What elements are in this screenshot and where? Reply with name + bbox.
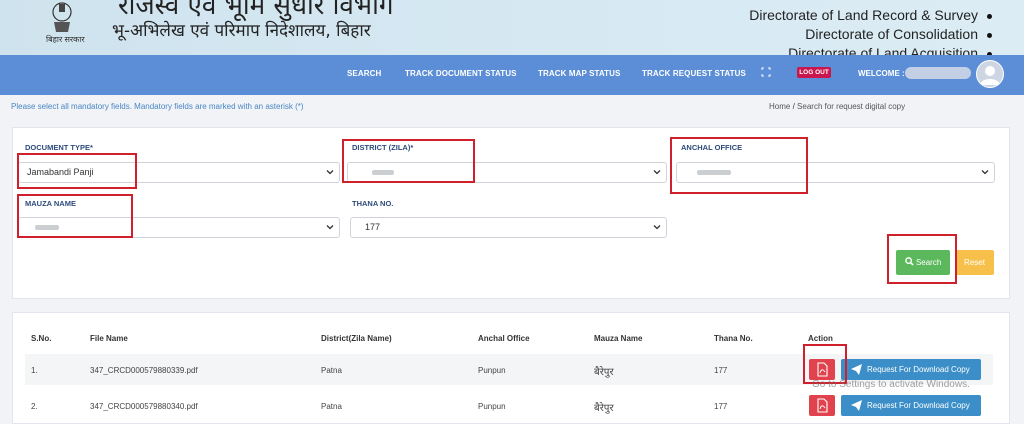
cell-anchal-office: Punpun [478, 402, 506, 411]
logout-button[interactable]: LOG OUT [797, 67, 831, 78]
directorate-line-1: Directorate of Land Record & Survey [749, 7, 992, 23]
chevron-down-icon [981, 170, 989, 175]
cell-mauza-name: बैरेपुर [594, 403, 614, 414]
header-anchal-office: Anchal Office [478, 334, 530, 343]
thana-no-label: THANA NO. [352, 199, 394, 208]
document-type-label: DOCUMENT TYPE* [25, 143, 93, 152]
search-form-card [12, 127, 1010, 299]
fullscreen-icon[interactable] [761, 67, 771, 77]
thana-no-value: 177 [365, 222, 381, 232]
breadcrumb-current: Search for request digital copy [797, 102, 906, 111]
cell-district: Patna [321, 402, 342, 411]
cell-anchal-office: Punpun [478, 366, 506, 375]
nav-track-document-status[interactable]: TRACK DOCUMENT STATUS [405, 69, 517, 78]
highlight-pdf-button [803, 344, 847, 384]
breadcrumb-home[interactable]: Home [769, 102, 790, 111]
highlight-search-button [887, 234, 957, 284]
request-download-label: Request For Download Copy [867, 365, 970, 374]
header-action: Action [808, 334, 833, 343]
main-navbar: SEARCH TRACK DOCUMENT STATUS TRACK MAP S… [0, 55, 1024, 95]
cell-mauza-name: बैरेपुर [594, 367, 614, 378]
directorate-subtitle-hindi: भू-अभिलेख एवं परिमाप निदेशालय, बिहार [112, 21, 371, 41]
header-thana-no: Thana No. [714, 334, 753, 343]
cell-thana-no: 177 [714, 366, 728, 375]
cell-file-name: 347_CRCD000579880340.pdf [90, 402, 198, 411]
request-download-button[interactable]: Request For Download Copy [841, 395, 981, 416]
user-icon [980, 66, 1000, 85]
welcome-label: WELCOME : [858, 69, 905, 78]
cell-sno: 2. [31, 402, 38, 411]
highlight-document-type [17, 153, 137, 189]
chevron-down-icon [653, 225, 661, 230]
send-icon [851, 364, 862, 375]
emblem-caption: बिहार सरकार [46, 35, 85, 44]
nav-track-request-status[interactable]: TRACK REQUEST STATUS [642, 69, 746, 78]
header-district: District(Zila Name) [321, 334, 392, 343]
request-download-button[interactable]: Request For Download Copy [841, 359, 981, 380]
header-file-name: File Name [90, 334, 128, 343]
breadcrumb: Home / Search for request digital copy [769, 102, 905, 111]
chevron-down-icon [326, 170, 334, 175]
header-mauza-name: Mauza Name [594, 334, 643, 343]
mandatory-fields-notice: Please select all mandatory fields. Mand… [11, 102, 304, 111]
view-pdf-button[interactable] [809, 395, 835, 416]
chevron-down-icon [653, 170, 661, 175]
reset-button[interactable]: Reset [955, 250, 994, 275]
username-redacted [905, 67, 971, 79]
nav-search[interactable]: SEARCH [347, 69, 381, 78]
cell-file-name: 347_CRCD000579880339.pdf [90, 366, 198, 375]
directorate-line-3: Directorate of Land Acquisition [788, 45, 992, 55]
chevron-down-icon [326, 225, 334, 230]
header-sno: S.No. [31, 334, 52, 343]
thana-no-select[interactable]: 177 [350, 217, 667, 238]
send-icon [851, 400, 862, 411]
highlight-anchal-office [670, 137, 808, 194]
breadcrumb-separator: / [792, 102, 795, 111]
nav-track-map-status[interactable]: TRACK MAP STATUS [538, 69, 621, 78]
user-avatar[interactable] [976, 60, 1004, 88]
request-download-label: Request For Download Copy [867, 401, 970, 410]
cell-sno: 1. [31, 366, 38, 375]
windows-activation-watermark: Go to Settings to activate Windows. [812, 379, 970, 390]
cell-district: Patna [321, 366, 342, 375]
pdf-icon [817, 398, 828, 413]
highlight-district [342, 139, 475, 183]
header-banner: बिहार सरकार राजस्व एवं भूमि सुधार विभाग … [0, 0, 1024, 55]
highlight-mauza-name [17, 194, 133, 238]
cell-thana-no: 177 [714, 402, 728, 411]
directorate-line-2: Directorate of Consolidation [805, 26, 992, 42]
